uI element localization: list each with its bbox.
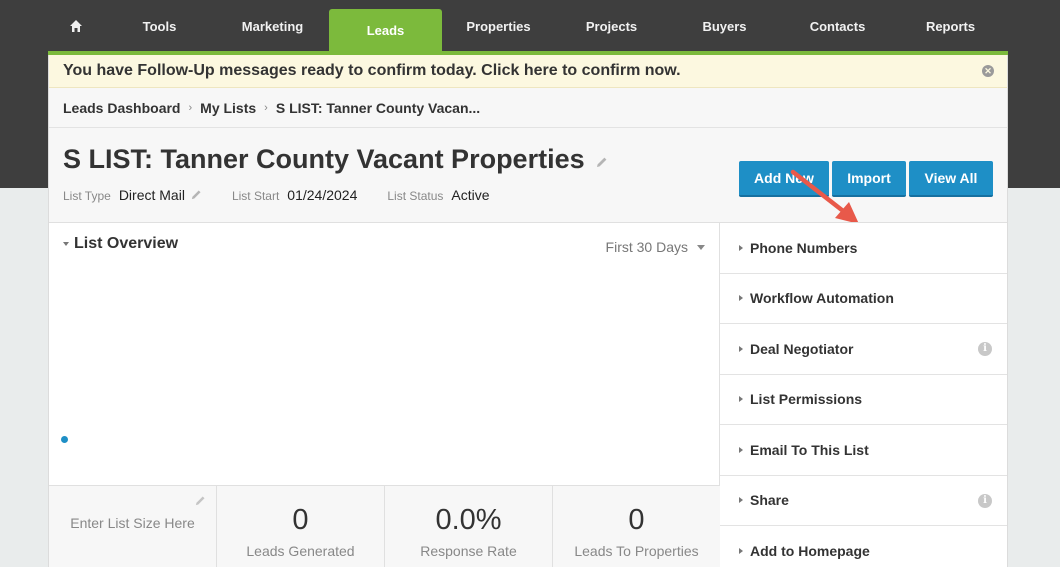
breadcrumb-leads-dashboard[interactable]: Leads Dashboard — [63, 100, 180, 116]
breadcrumb-current: S LIST: Tanner County Vacan... — [275, 99, 481, 116]
nav-tools[interactable]: Tools — [103, 0, 216, 52]
view-all-button[interactable]: View All — [909, 161, 993, 197]
sidebar-item-phone-numbers[interactable]: Phone Numbers — [720, 223, 1007, 274]
main-panel: You have Follow-Up messages ready to con… — [48, 55, 1008, 567]
caret-right-icon — [739, 345, 743, 352]
sidebar-item-label: Phone Numbers — [750, 239, 858, 256]
nav-properties[interactable]: Properties — [442, 0, 555, 52]
alert-text[interactable]: You have Follow-Up messages ready to con… — [63, 62, 681, 80]
sidebar-item-share[interactable]: Share i — [720, 476, 1007, 526]
nav-marketing[interactable]: Marketing — [216, 0, 329, 52]
period-dropdown[interactable]: First 30 Days — [606, 239, 705, 255]
stats-row: Enter List Size Here 0 Leads Generated 0… — [49, 485, 720, 567]
close-icon[interactable]: ✕ — [982, 65, 994, 77]
edit-list-size-pencil-icon[interactable] — [195, 495, 206, 506]
sidebar-item-add-to-homepage[interactable]: Add to Homepage — [720, 526, 1007, 567]
leads-to-properties-stat: 0 Leads To Properties — [553, 486, 720, 567]
sidebar-item-email-to-list[interactable]: Email To This List — [720, 425, 1007, 476]
sidebar-item-workflow-automation[interactable]: Workflow Automation — [720, 274, 1007, 324]
list-sidebar: Phone Numbers Workflow Automation Deal N… — [720, 223, 1007, 567]
sidebar-item-label: Add to Homepage — [750, 542, 870, 559]
sidebar-item-label: Share — [750, 492, 789, 509]
leads-generated-value: 0 — [292, 504, 309, 536]
chevron-down-icon — [697, 244, 705, 250]
edit-list-type-pencil-icon[interactable] — [191, 189, 202, 200]
leads-generated-label: Leads Generated — [246, 543, 355, 559]
overview-title: List Overview — [74, 235, 179, 252]
caret-right-icon — [739, 295, 743, 302]
nav-reports[interactable]: Reports — [894, 0, 1007, 52]
nav-contacts[interactable]: Contacts — [781, 0, 894, 52]
nav-projects[interactable]: Projects — [555, 0, 668, 52]
breadcrumb-my-lists[interactable]: My Lists — [200, 100, 256, 116]
sidebar-item-label: Deal Negotiator — [750, 340, 854, 357]
leads-to-properties-label: Leads To Properties — [574, 543, 699, 559]
breadcrumb: Leads Dashboard › My Lists › S LIST: Tan… — [49, 88, 1007, 128]
page-title: S LIST: Tanner County Vacant Properties — [63, 144, 585, 174]
info-icon[interactable]: i — [978, 493, 992, 508]
list-start-value: 01/24/2024 — [287, 187, 358, 203]
home-icon — [69, 20, 82, 32]
sidebar-item-label: Workflow Automation — [750, 290, 894, 307]
info-icon[interactable]: i — [978, 342, 992, 356]
response-rate-label: Response Rate — [420, 543, 517, 559]
edit-title-pencil-icon[interactable] — [596, 156, 608, 168]
list-meta: List Type Direct Mail List Start 01/24/2… — [63, 187, 520, 203]
response-rate-stat: 0.0% Response Rate — [385, 486, 553, 567]
list-status-value: Active — [451, 187, 490, 203]
caret-right-icon — [739, 244, 743, 251]
sidebar-item-list-permissions[interactable]: List Permissions — [720, 375, 1007, 425]
list-type-value: Direct Mail — [118, 187, 185, 203]
sidebar-item-label: List Permissions — [750, 391, 863, 408]
list-size-stat[interactable]: Enter List Size Here — [49, 486, 217, 567]
follow-up-alert[interactable]: You have Follow-Up messages ready to con… — [49, 55, 1007, 88]
list-type-label: List Type — [63, 189, 111, 203]
sidebar-item-deal-negotiator[interactable]: Deal Negotiator i — [720, 324, 1007, 375]
response-rate-value: 0.0% — [435, 504, 502, 536]
sidebar-item-label: Email To This List — [750, 441, 869, 458]
breadcrumb-separator: › — [188, 101, 193, 114]
caret-right-icon — [739, 396, 743, 403]
main-nav: Tools Marketing Leads Properties Project… — [48, 0, 1008, 52]
caret-right-icon — [739, 497, 743, 504]
period-label: First 30 Days — [605, 239, 688, 255]
caret-right-icon — [739, 446, 743, 453]
list-status-label: List Status — [387, 189, 444, 203]
list-header: S LIST: Tanner County Vacant Properties … — [49, 128, 1007, 224]
leads-to-properties-value: 0 — [628, 504, 645, 536]
breadcrumb-separator: › — [264, 101, 268, 114]
chart-data-point — [61, 436, 68, 443]
nav-home[interactable] — [48, 0, 103, 52]
leads-generated-stat: 0 Leads Generated — [217, 486, 385, 567]
list-size-placeholder[interactable]: Enter List Size Here — [49, 514, 216, 533]
nav-leads[interactable]: Leads — [329, 9, 442, 52]
list-start-label: List Start — [231, 189, 280, 203]
content-area: List Overview First 30 Days Enter List S… — [49, 222, 1007, 567]
caret-down-icon — [63, 242, 69, 246]
nav-buyers[interactable]: Buyers — [668, 0, 781, 52]
caret-right-icon — [739, 547, 743, 554]
overview-toggle[interactable]: List Overview — [63, 235, 178, 253]
list-overview-panel: List Overview First 30 Days Enter List S… — [49, 223, 720, 567]
